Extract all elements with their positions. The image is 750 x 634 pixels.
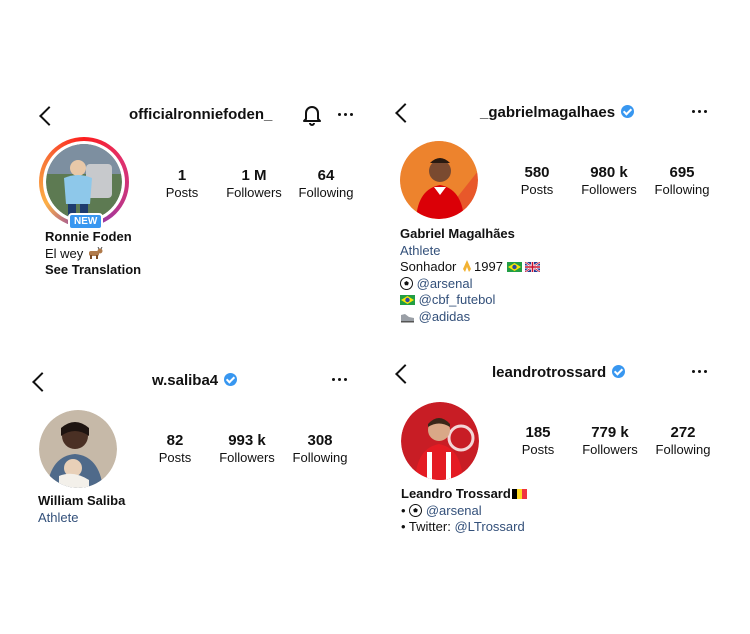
posts-count[interactable]: 185 Posts	[498, 424, 578, 458]
belgium-flag-icon	[511, 489, 527, 499]
soccer-ball-icon	[409, 503, 423, 517]
praying-hands-icon	[463, 260, 472, 272]
following-count[interactable]: 308 Following	[280, 432, 360, 466]
profile-saliba: w.saliba4 82 Posts 993 k Followers 308 F…	[0, 317, 375, 634]
profile-handle: leandrotrossard	[492, 364, 626, 381]
back-arrow-icon[interactable]	[39, 106, 59, 126]
more-options-icon[interactable]	[336, 110, 356, 120]
more-options-icon[interactable]	[690, 367, 710, 377]
avatar-photo	[46, 144, 122, 220]
followers-count[interactable]: 1 M Followers	[214, 167, 294, 201]
profile-handle: w.saliba4	[152, 372, 238, 389]
uk-flag-icon	[525, 262, 541, 272]
bio-link-twitter[interactable]: • Twitter: @LTrossard	[401, 519, 527, 536]
following-count[interactable]: 64 Following	[286, 167, 366, 201]
bio-link-cbf[interactable]: @cbf_futebol	[400, 292, 540, 309]
bio: Leandro Trossard • @arsenal • Twitter: @…	[401, 486, 527, 536]
soccer-ball-icon	[400, 276, 413, 290]
followers-count[interactable]: 993 k Followers	[207, 432, 287, 466]
profile-handle: _gabrielmagalhaes	[480, 104, 635, 121]
verified-badge-icon	[621, 105, 635, 118]
bio-link-arsenal[interactable]: @arsenal	[400, 276, 540, 293]
profile-name-row: Leandro Trossard	[401, 486, 527, 503]
posts-count[interactable]: 82 Posts	[135, 432, 215, 466]
following-count[interactable]: 695 Following	[642, 164, 722, 198]
goat-icon	[88, 246, 103, 259]
bio-line: Sonhador 1997	[400, 259, 541, 276]
profile-foden: officialronniefoden_ NEW 1 Posts 1 M Fol…	[0, 0, 375, 317]
bio-text: El wey	[45, 245, 84, 261]
category-label: Athlete	[400, 242, 441, 258]
brazil-flag-icon	[506, 262, 522, 272]
avatar-photo[interactable]	[401, 402, 479, 480]
profile-name: Ronnie Foden	[45, 229, 132, 244]
profile-name: Leandro Trossard	[401, 486, 511, 501]
bio-link-arsenal[interactable]: • @arsenal	[401, 503, 527, 520]
profile-gabriel: _gabrielmagalhaes 580 Posts 980 k Follow…	[375, 0, 750, 324]
back-arrow-icon[interactable]	[395, 103, 415, 123]
profile-trossard: leandrotrossard 185 Posts 779 k Follower…	[375, 317, 750, 634]
back-arrow-icon[interactable]	[395, 364, 415, 384]
verified-badge-icon	[224, 373, 238, 386]
profile-name: Gabriel Magalhães	[400, 226, 515, 241]
followers-count[interactable]: 980 k Followers	[569, 164, 649, 198]
posts-count[interactable]: 1 Posts	[142, 167, 222, 201]
profile-handle: officialronniefoden_	[129, 106, 273, 123]
back-arrow-icon[interactable]	[32, 372, 52, 392]
posts-count[interactable]: 580 Posts	[497, 164, 577, 198]
bio: William Saliba Athlete	[38, 493, 125, 526]
avatar-photo[interactable]	[39, 410, 117, 488]
following-count[interactable]: 272 Following	[643, 424, 723, 458]
bio: Ronnie Foden El wey See Translation	[45, 229, 141, 279]
more-options-icon[interactable]	[690, 107, 710, 117]
bio: Gabriel Magalhães Athlete Sonhador 1997 …	[400, 226, 541, 325]
profile-name: William Saliba	[38, 493, 126, 508]
new-badge: NEW	[68, 213, 104, 230]
category-label: Athlete	[38, 509, 79, 525]
more-options-icon[interactable]	[330, 375, 350, 385]
avatar-photo[interactable]	[400, 141, 478, 219]
followers-count[interactable]: 779 k Followers	[570, 424, 650, 458]
see-translation-link[interactable]: See Translation	[45, 262, 141, 279]
bell-icon[interactable]	[302, 104, 322, 126]
verified-badge-icon	[612, 365, 626, 378]
brazil-flag-icon	[400, 295, 415, 305]
